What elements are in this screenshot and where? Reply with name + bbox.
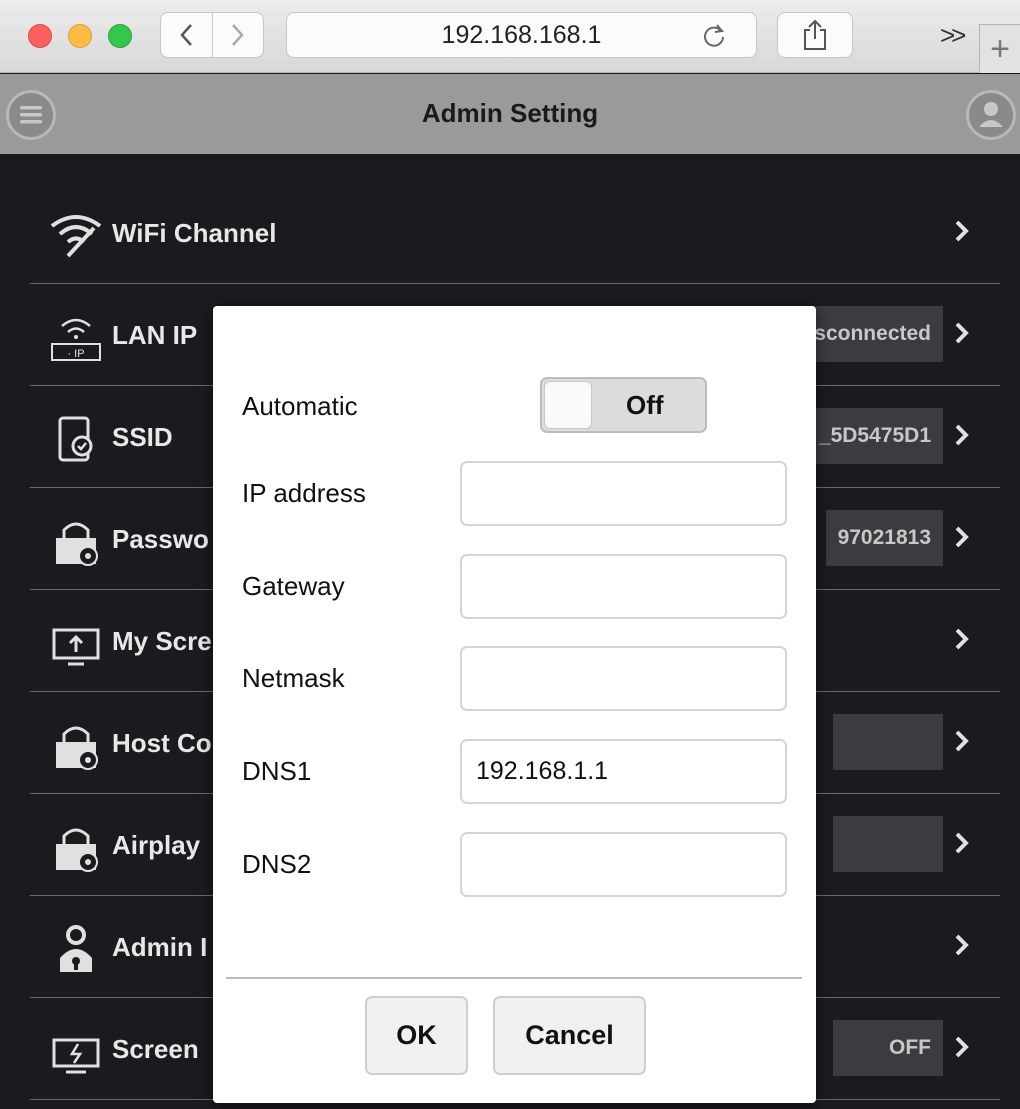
setting-label: Host Co bbox=[112, 728, 212, 758]
address-bar[interactable]: 192.168.168.1 bbox=[286, 12, 757, 58]
menu-icon[interactable] bbox=[6, 90, 56, 140]
setting-label: Screen bbox=[112, 1034, 199, 1064]
setting-value bbox=[833, 714, 943, 770]
reload-icon[interactable] bbox=[700, 22, 728, 50]
window-minimize-button[interactable] bbox=[68, 24, 92, 48]
chevron-right-icon bbox=[955, 1036, 969, 1058]
setting-label: Airplay bbox=[112, 830, 201, 860]
chevron-left-icon bbox=[180, 24, 193, 46]
user-avatar-icon bbox=[979, 102, 1003, 127]
admin-user-icon bbox=[60, 925, 92, 972]
history-nav bbox=[160, 12, 264, 58]
automatic-label: Automatic bbox=[242, 391, 358, 421]
setting-value: _5D5475D1 bbox=[806, 408, 943, 464]
setting-value: 97021813 bbox=[825, 510, 943, 566]
user-icon[interactable] bbox=[966, 90, 1016, 140]
chevron-right-icon bbox=[955, 730, 969, 752]
toggle-state: Off bbox=[626, 390, 664, 420]
window-zoom-button[interactable] bbox=[108, 24, 132, 48]
window-close-button[interactable] bbox=[28, 24, 52, 48]
netmask-input[interactable] bbox=[460, 646, 787, 711]
dns2-input[interactable] bbox=[460, 832, 787, 897]
setting-value bbox=[833, 816, 943, 872]
setting-label: Passwo bbox=[112, 524, 209, 554]
browser-toolbar: 192.168.168.1 >> + bbox=[0, 0, 1020, 73]
app-header: Admin Setting bbox=[0, 74, 1020, 154]
setting-row-wifi-channel[interactable]: WiFi Channel bbox=[30, 182, 1000, 284]
share-button[interactable] bbox=[777, 12, 853, 58]
forward-button[interactable] bbox=[211, 13, 264, 57]
setting-value: OFF bbox=[833, 1020, 943, 1076]
device-icon bbox=[58, 416, 93, 462]
ip-address-label: IP address bbox=[242, 478, 366, 508]
new-tab-button[interactable]: + bbox=[979, 24, 1020, 73]
screen-power-icon bbox=[52, 1038, 100, 1074]
netmask-label: Netmask bbox=[242, 663, 345, 693]
ip-address-input[interactable] bbox=[460, 461, 787, 526]
chevron-right-icon bbox=[955, 934, 969, 956]
chevron-right-icon bbox=[955, 322, 969, 344]
cancel-button[interactable]: Cancel bbox=[493, 996, 646, 1075]
chevron-right-icon bbox=[955, 220, 969, 242]
svg-text:· IP: · IP bbox=[67, 348, 84, 360]
toolbar-overflow-button[interactable]: >> bbox=[940, 20, 966, 51]
chevron-right-icon bbox=[231, 24, 244, 46]
setting-label: LAN IP bbox=[112, 320, 198, 350]
dialog-divider bbox=[226, 977, 802, 979]
screen-upload-icon bbox=[52, 628, 100, 666]
wifi-icon bbox=[50, 215, 102, 258]
url-text: 192.168.168.1 bbox=[441, 20, 602, 49]
hamburger-icon bbox=[20, 106, 42, 124]
gateway-label: Gateway bbox=[242, 571, 345, 601]
lock-icon bbox=[56, 828, 98, 872]
automatic-toggle[interactable]: Off bbox=[540, 377, 707, 433]
chevron-right-icon bbox=[955, 424, 969, 446]
dns1-input[interactable] bbox=[460, 739, 787, 804]
back-button[interactable] bbox=[161, 13, 212, 57]
lock-icon bbox=[56, 522, 98, 566]
setting-label: My Scre bbox=[112, 626, 212, 656]
lan-ip-icon: · IP bbox=[51, 318, 101, 361]
chevron-right-icon bbox=[955, 628, 969, 650]
setting-label: WiFi Channel bbox=[112, 218, 277, 248]
chevron-right-icon bbox=[955, 832, 969, 854]
gateway-input[interactable] bbox=[460, 554, 787, 619]
setting-value: sconnected bbox=[802, 306, 943, 362]
lock-icon bbox=[56, 726, 98, 770]
page-title: Admin Setting bbox=[421, 98, 599, 128]
setting-label: SSID bbox=[112, 422, 173, 452]
toggle-knob[interactable] bbox=[544, 381, 592, 429]
ok-button[interactable]: OK bbox=[365, 996, 468, 1075]
dns2-label: DNS2 bbox=[242, 849, 312, 879]
setting-label: Admin I bbox=[112, 932, 208, 962]
lan-ip-dialog: Automatic Off IP address Gateway Netmask… bbox=[213, 306, 816, 1103]
dns1-label: DNS1 bbox=[242, 756, 312, 786]
chevron-right-icon bbox=[955, 526, 969, 548]
share-icon bbox=[804, 19, 826, 50]
